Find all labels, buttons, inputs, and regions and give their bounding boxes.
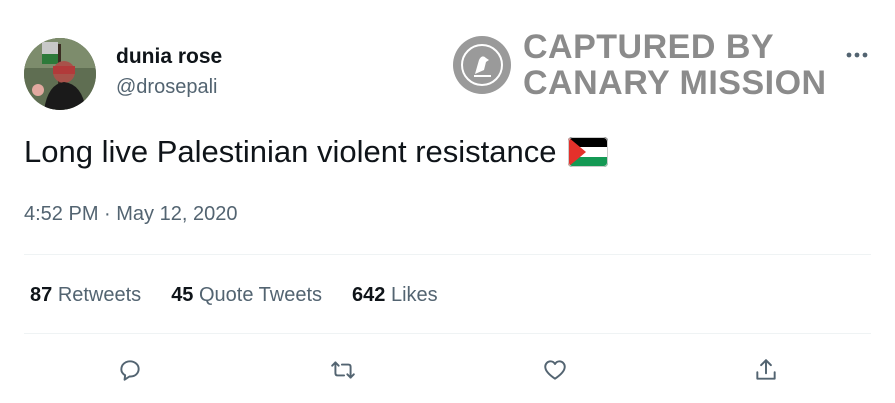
divider: [24, 333, 871, 334]
quote-tweets-stat[interactable]: 45 Quote Tweets: [171, 284, 322, 307]
like-icon: [544, 360, 566, 380]
retweets-stat[interactable]: 87 Retweets: [30, 284, 141, 307]
retweet-icon: [331, 361, 355, 379]
tweet-text: Long live Palestinian violent resistance: [24, 134, 609, 170]
user-handle[interactable]: @drosepali: [116, 76, 217, 99]
share-button[interactable]: [746, 350, 786, 390]
share-icon: [756, 359, 776, 380]
display-name[interactable]: dunia rose: [116, 45, 222, 69]
canary-logo-icon: [453, 36, 511, 94]
likes-count: 642: [352, 284, 386, 306]
watermark-line-1: CAPTURED BY: [523, 28, 775, 66]
retweet-button[interactable]: [323, 350, 363, 390]
quote-tweets-label: Quote Tweets: [199, 284, 323, 306]
more-options-icon[interactable]: [840, 38, 874, 72]
palestine-flag-icon: [568, 137, 609, 167]
tweet-timestamp[interactable]: 4:52 PM · May 12, 2020: [24, 203, 237, 226]
quote-tweets-count: 45: [171, 284, 194, 306]
reply-icon: [120, 360, 140, 381]
canary-mission-watermark: CAPTURED BY CANARY MISSION: [453, 29, 827, 101]
retweets-label: Retweets: [57, 284, 142, 306]
tweet-actions-bar: [0, 350, 895, 390]
like-button[interactable]: [535, 350, 575, 390]
avatar[interactable]: [24, 38, 96, 110]
likes-label: Likes: [390, 284, 438, 306]
watermark-line-2: CANARY MISSION: [523, 64, 827, 102]
tweet-body: Long live Palestinian violent resistance: [24, 134, 557, 169]
likes-stat[interactable]: 642 Likes: [352, 284, 438, 307]
divider: [24, 254, 871, 255]
reply-button[interactable]: [110, 350, 150, 390]
retweets-count: 87: [30, 284, 53, 306]
engagement-stats: 87 Retweets 45 Quote Tweets 642 Likes: [30, 284, 468, 307]
